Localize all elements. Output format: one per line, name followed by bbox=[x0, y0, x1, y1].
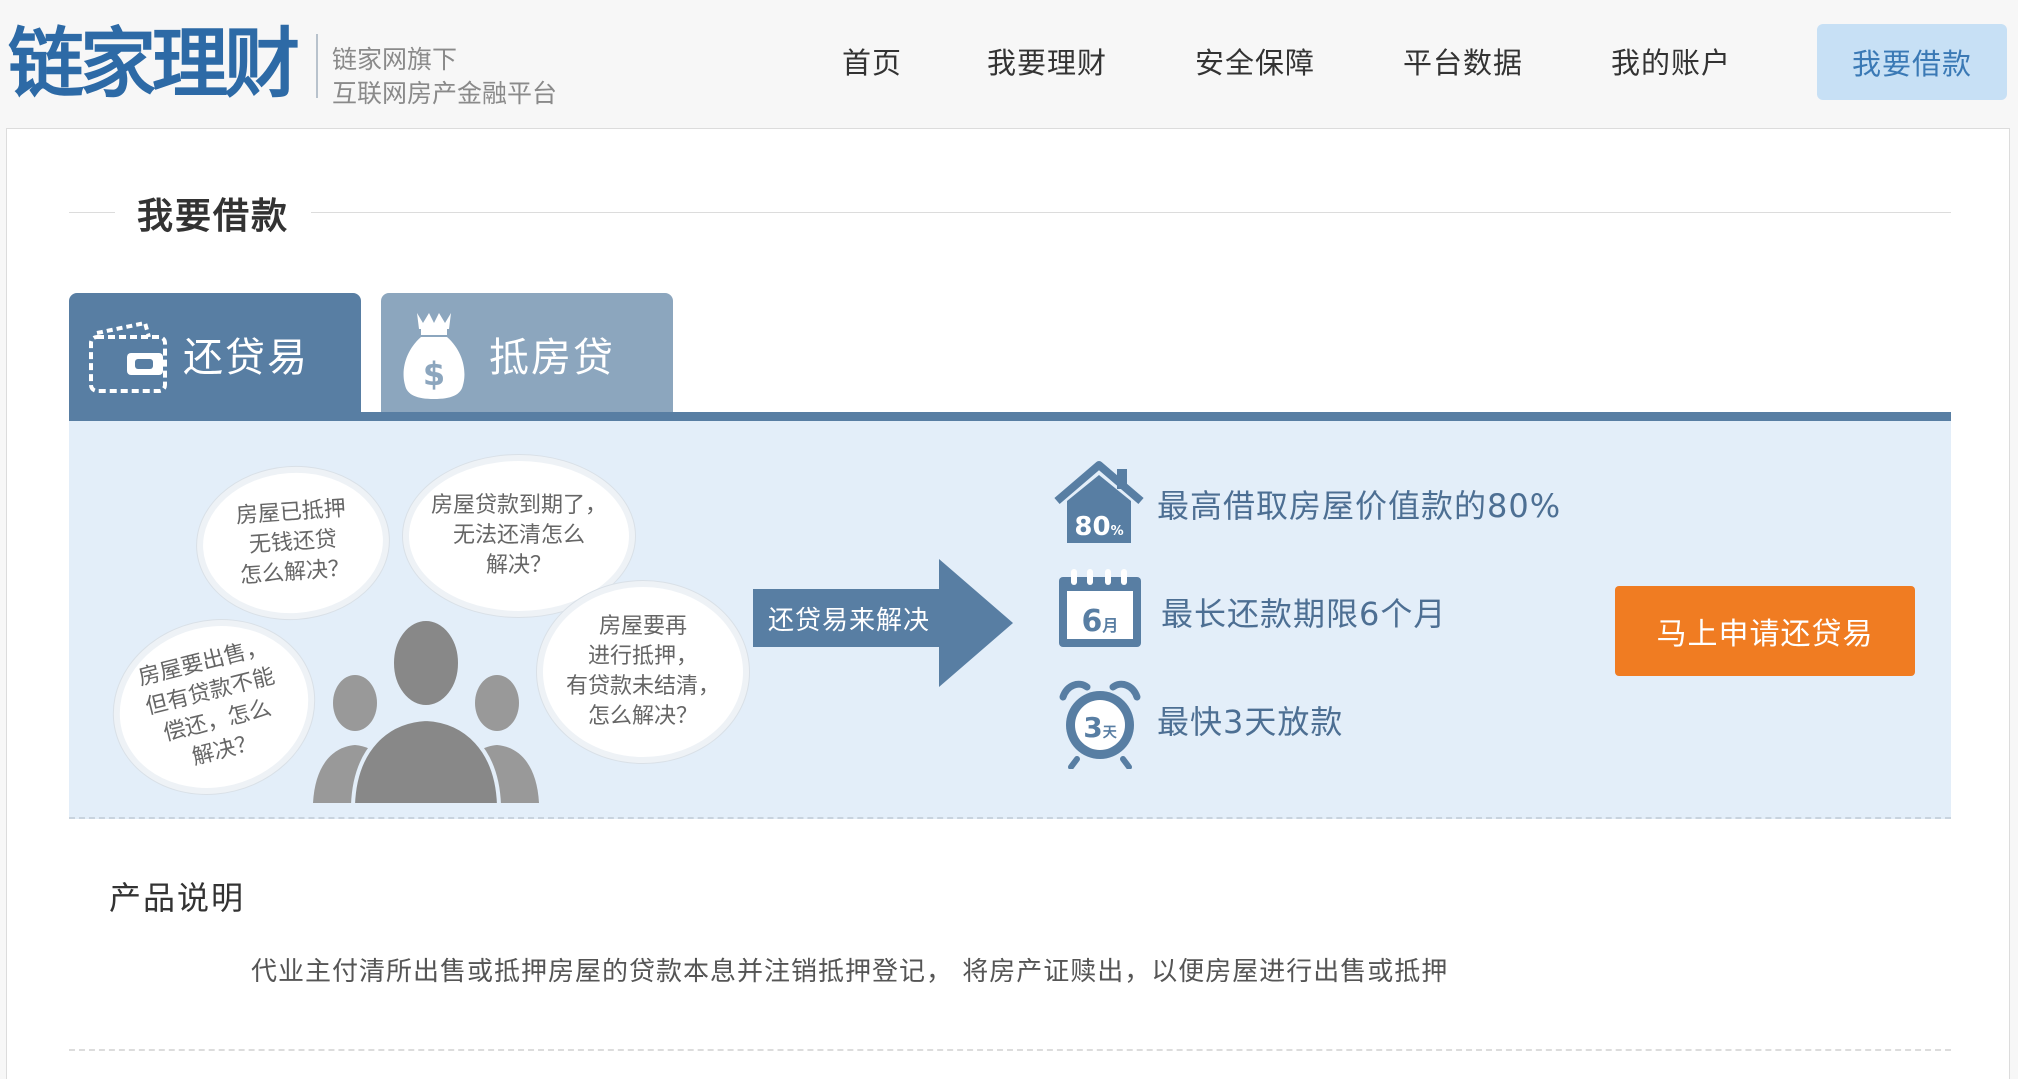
page-title: 我要借款 bbox=[115, 187, 312, 239]
nav-item-invest[interactable]: 我要理财 bbox=[987, 40, 1107, 82]
house-80-icon: 80% bbox=[1054, 461, 1144, 543]
site-header: 链家理财 链家网旗下 互联网房产金融平台 首页 我要理财 安全保障 平台数据 我… bbox=[0, 0, 2018, 128]
tab-repay-easy-label: 还贷易 bbox=[183, 335, 309, 381]
question-bubble-2: 房屋贷款到期了， 无法还清怎么 解决？ bbox=[409, 461, 629, 611]
tab-repay-easy[interactable]: 还贷易 bbox=[69, 293, 361, 419]
nav-item-platform-data[interactable]: 平台数据 bbox=[1403, 40, 1523, 82]
money-bag-icon: $ bbox=[403, 313, 465, 399]
question-bubble-text: 房屋已抵押 无钱还贷 怎么解决？ bbox=[235, 496, 351, 589]
question-bubble-4: 房屋要再 进行抵押， 有贷款未结清， 怎么解决？ bbox=[543, 587, 743, 757]
feature-max-loan: 最高借取房屋价值款的80% bbox=[1157, 487, 1562, 525]
svg-text:$: $ bbox=[423, 355, 445, 393]
question-bubble-1: 房屋已抵押 无钱还贷 怎么解决？ bbox=[198, 466, 388, 620]
product-description-text: 代业主付清所出售或抵押房屋的贷款本息并注销抵押登记， 将房产证赎出，以便房屋进行… bbox=[251, 957, 1449, 987]
question-bubble-3: 房屋要出售， 但有贷款不能 偿还，怎么 解决？ bbox=[102, 606, 326, 808]
solution-arrow-label: 还贷易来解决 bbox=[753, 589, 945, 647]
logo-divider bbox=[316, 34, 318, 98]
borrow-card: 我要借款 还贷易 $ 抵房贷 房屋已抵押 无钱还贷 怎么解决？ 房屋贷款到期了，… bbox=[6, 128, 2010, 1079]
tab-mortgage-loan[interactable]: $ 抵房贷 bbox=[381, 293, 673, 419]
nav-item-security[interactable]: 安全保障 bbox=[1195, 40, 1315, 82]
tab-underline bbox=[69, 412, 1951, 421]
feature-fast-disbursement: 最快3天放款 bbox=[1157, 703, 1344, 741]
repay-easy-banner: 房屋已抵押 无钱还贷 怎么解决？ 房屋贷款到期了， 无法还清怎么 解决？ 房屋要… bbox=[69, 421, 1951, 819]
wallet-icon bbox=[89, 320, 167, 393]
logo-tagline-2: 互联网房产金融平台 bbox=[332, 79, 558, 108]
nav-item-home[interactable]: 首页 bbox=[842, 40, 902, 82]
nav-item-borrow[interactable]: 我要借款 bbox=[1817, 24, 2007, 100]
logo-wordmark: 链家理财 bbox=[8, 19, 300, 108]
product-description-title: 产品说明 bbox=[109, 879, 246, 917]
tab-mortgage-loan-label: 抵房贷 bbox=[489, 335, 615, 381]
description-divider bbox=[69, 1049, 1951, 1051]
logo-tagline-1: 链家网旗下 bbox=[332, 45, 458, 74]
alarm-clock-3-icon: 3天 bbox=[1059, 680, 1141, 769]
people-group-icon bbox=[313, 617, 539, 807]
nav-item-my-account[interactable]: 我的账户 bbox=[1611, 40, 1731, 82]
question-bubble-text: 房屋要出售， 但有贷款不能 偿还，怎么 解决？ bbox=[135, 634, 278, 771]
feature-max-term: 最长还款期限6个月 bbox=[1161, 595, 1447, 633]
question-bubble-text: 房屋要再 进行抵押， 有贷款未结清， 怎么解决？ bbox=[565, 614, 720, 729]
apply-repay-easy-button[interactable]: 马上申请还贷易 bbox=[1615, 586, 1915, 676]
calendar-6-icon: 6月 bbox=[1059, 569, 1141, 647]
question-bubble-text: 房屋贷款到期了， 无法还清怎么 解决？ bbox=[430, 493, 607, 578]
arrow-right-icon bbox=[939, 559, 1013, 687]
section-title-divider bbox=[69, 212, 1951, 213]
